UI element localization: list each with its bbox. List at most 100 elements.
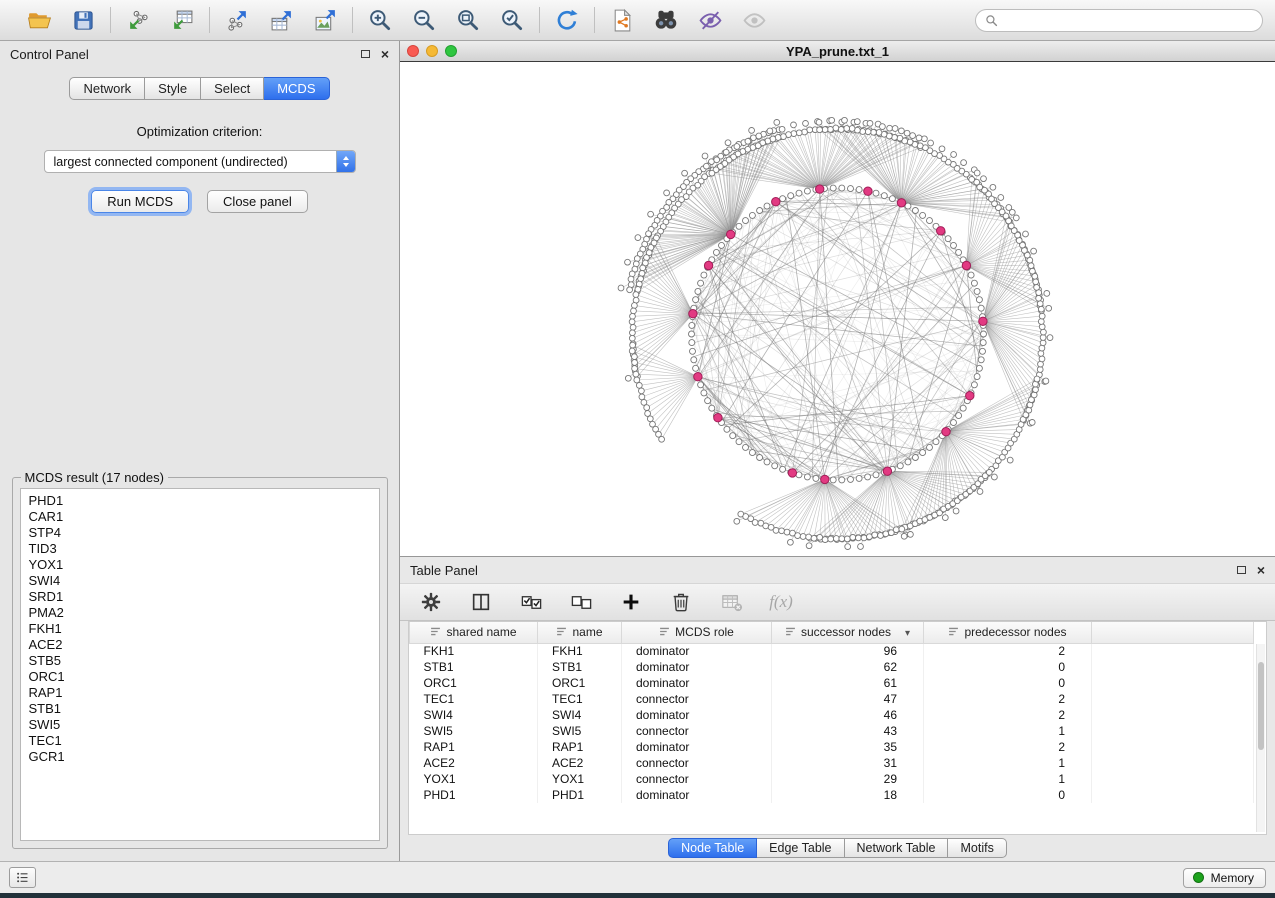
cell-shared_name[interactable]: FKH1 [410, 643, 538, 659]
save-session-icon[interactable] [68, 5, 98, 35]
export-image-icon[interactable] [310, 5, 340, 35]
mcds-result-item[interactable]: PMA2 [29, 605, 371, 621]
mcds-result-item[interactable]: RAP1 [29, 685, 371, 701]
cell-name[interactable]: SWI5 [538, 723, 622, 739]
network-canvas[interactable] [400, 62, 1275, 556]
table-row[interactable]: STB1STB1dominator620 [410, 659, 1254, 675]
table-row[interactable]: RAP1RAP1dominator352 [410, 739, 1254, 755]
cell-shared_name[interactable]: YOX1 [410, 771, 538, 787]
mcds-result-item[interactable]: SWI5 [29, 717, 371, 733]
close-panel-icon[interactable]: × [381, 49, 389, 59]
cell-name[interactable]: RAP1 [538, 739, 622, 755]
column-header-successor-nodes[interactable]: successor nodes▾ [772, 622, 924, 643]
table-row[interactable]: YOX1YOX1connector291 [410, 771, 1254, 787]
cell-name[interactable]: ACE2 [538, 755, 622, 771]
delete-column-icon[interactable] [668, 589, 694, 615]
search-binoculars-icon[interactable] [651, 5, 681, 35]
unselect-all-columns-icon[interactable] [568, 589, 594, 615]
cell-name[interactable]: PHD1 [538, 787, 622, 803]
search-input[interactable] [1004, 12, 1253, 28]
cell-successors[interactable]: 43 [772, 723, 924, 739]
cell-role[interactable]: dominator [622, 675, 772, 691]
cell-shared_name[interactable]: RAP1 [410, 739, 538, 755]
column-header-shared-name[interactable]: shared name [410, 622, 538, 643]
cell-role[interactable]: dominator [622, 739, 772, 755]
tab-network-table[interactable]: Network Table [845, 838, 949, 858]
table-row[interactable]: ORC1ORC1dominator610 [410, 675, 1254, 691]
cell-name[interactable]: YOX1 [538, 771, 622, 787]
table-row[interactable]: FKH1FKH1dominator962 [410, 643, 1254, 659]
task-history-icon[interactable] [9, 867, 36, 888]
close-table-panel-icon[interactable]: × [1257, 565, 1265, 575]
mcds-result-item[interactable]: TEC1 [29, 733, 371, 749]
cell-successors[interactable]: 35 [772, 739, 924, 755]
delete-table-icon[interactable] [718, 589, 744, 615]
zoom-fit-icon[interactable] [453, 5, 483, 35]
table-settings-gear-icon[interactable] [418, 589, 444, 615]
share-document-icon[interactable] [607, 5, 637, 35]
zoom-out-icon[interactable] [409, 5, 439, 35]
cell-name[interactable]: SWI4 [538, 707, 622, 723]
cell-role[interactable]: connector [622, 691, 772, 707]
open-folder-icon[interactable] [24, 5, 54, 35]
mcds-result-item[interactable]: GCR1 [29, 749, 371, 765]
cell-name[interactable]: FKH1 [538, 643, 622, 659]
cell-successors[interactable]: 62 [772, 659, 924, 675]
cell-shared_name[interactable]: ORC1 [410, 675, 538, 691]
table-row[interactable]: PHD1PHD1dominator180 [410, 787, 1254, 803]
run-mcds-button[interactable]: Run MCDS [91, 190, 189, 213]
cell-predecessors[interactable]: 1 [924, 755, 1092, 771]
cell-role[interactable]: connector [622, 755, 772, 771]
mcds-result-item[interactable]: ACE2 [29, 637, 371, 653]
sort-caret-icon[interactable]: ▾ [905, 628, 910, 639]
tab-network[interactable]: Network [69, 77, 145, 100]
mcds-result-item[interactable]: STP4 [29, 525, 371, 541]
cell-shared_name[interactable]: SWI4 [410, 707, 538, 723]
zoom-in-icon[interactable] [365, 5, 395, 35]
tab-select[interactable]: Select [201, 77, 264, 100]
cell-predecessors[interactable]: 1 [924, 771, 1092, 787]
cell-name[interactable]: ORC1 [538, 675, 622, 691]
cell-shared_name[interactable]: ACE2 [410, 755, 538, 771]
function-builder-icon[interactable]: f(x) [768, 589, 794, 615]
cell-successors[interactable]: 47 [772, 691, 924, 707]
import-network-icon[interactable] [123, 5, 153, 35]
maximize-window-icon[interactable] [445, 45, 457, 57]
mcds-result-item[interactable]: FKH1 [29, 621, 371, 637]
table-row[interactable]: ACE2ACE2connector311 [410, 755, 1254, 771]
column-header-predecessor-nodes[interactable]: predecessor nodes [924, 622, 1092, 643]
column-header-name[interactable]: name [538, 622, 622, 643]
float-table-panel-icon[interactable] [1237, 566, 1246, 574]
mcds-result-item[interactable]: YOX1 [29, 557, 371, 573]
cell-predecessors[interactable]: 1 [924, 723, 1092, 739]
mcds-result-item[interactable]: STB5 [29, 653, 371, 669]
cell-successors[interactable]: 61 [772, 675, 924, 691]
mcds-result-list[interactable]: PHD1CAR1STP4TID3YOX1SWI4SRD1PMA2FKH1ACE2… [20, 488, 380, 841]
network-titlebar[interactable]: YPA_prune.txt_1 [400, 41, 1275, 62]
cell-predecessors[interactable]: 0 [924, 787, 1092, 803]
hide-graphics-details-icon[interactable] [695, 5, 725, 35]
cell-predecessors[interactable]: 2 [924, 707, 1092, 723]
export-table-icon[interactable] [266, 5, 296, 35]
cell-shared_name[interactable]: TEC1 [410, 691, 538, 707]
float-panel-icon[interactable] [361, 50, 370, 58]
refresh-icon[interactable] [552, 5, 582, 35]
close-window-icon[interactable] [407, 45, 419, 57]
minimize-window-icon[interactable] [426, 45, 438, 57]
cell-name[interactable]: TEC1 [538, 691, 622, 707]
cell-predecessors[interactable]: 2 [924, 739, 1092, 755]
memory-button[interactable]: Memory [1183, 868, 1266, 888]
mcds-result-item[interactable]: PHD1 [29, 493, 371, 509]
cell-role[interactable]: connector [622, 723, 772, 739]
cell-successors[interactable]: 96 [772, 643, 924, 659]
table-row[interactable]: TEC1TEC1connector472 [410, 691, 1254, 707]
mcds-result-item[interactable]: ORC1 [29, 669, 371, 685]
network-graph[interactable] [400, 62, 1275, 556]
mcds-result-item[interactable]: SRD1 [29, 589, 371, 605]
import-table-icon[interactable] [167, 5, 197, 35]
cell-shared_name[interactable]: PHD1 [410, 787, 538, 803]
mcds-result-item[interactable]: TID3 [29, 541, 371, 557]
tab-style[interactable]: Style [145, 77, 201, 100]
cell-role[interactable]: dominator [622, 659, 772, 675]
show-columns-icon[interactable] [468, 589, 494, 615]
